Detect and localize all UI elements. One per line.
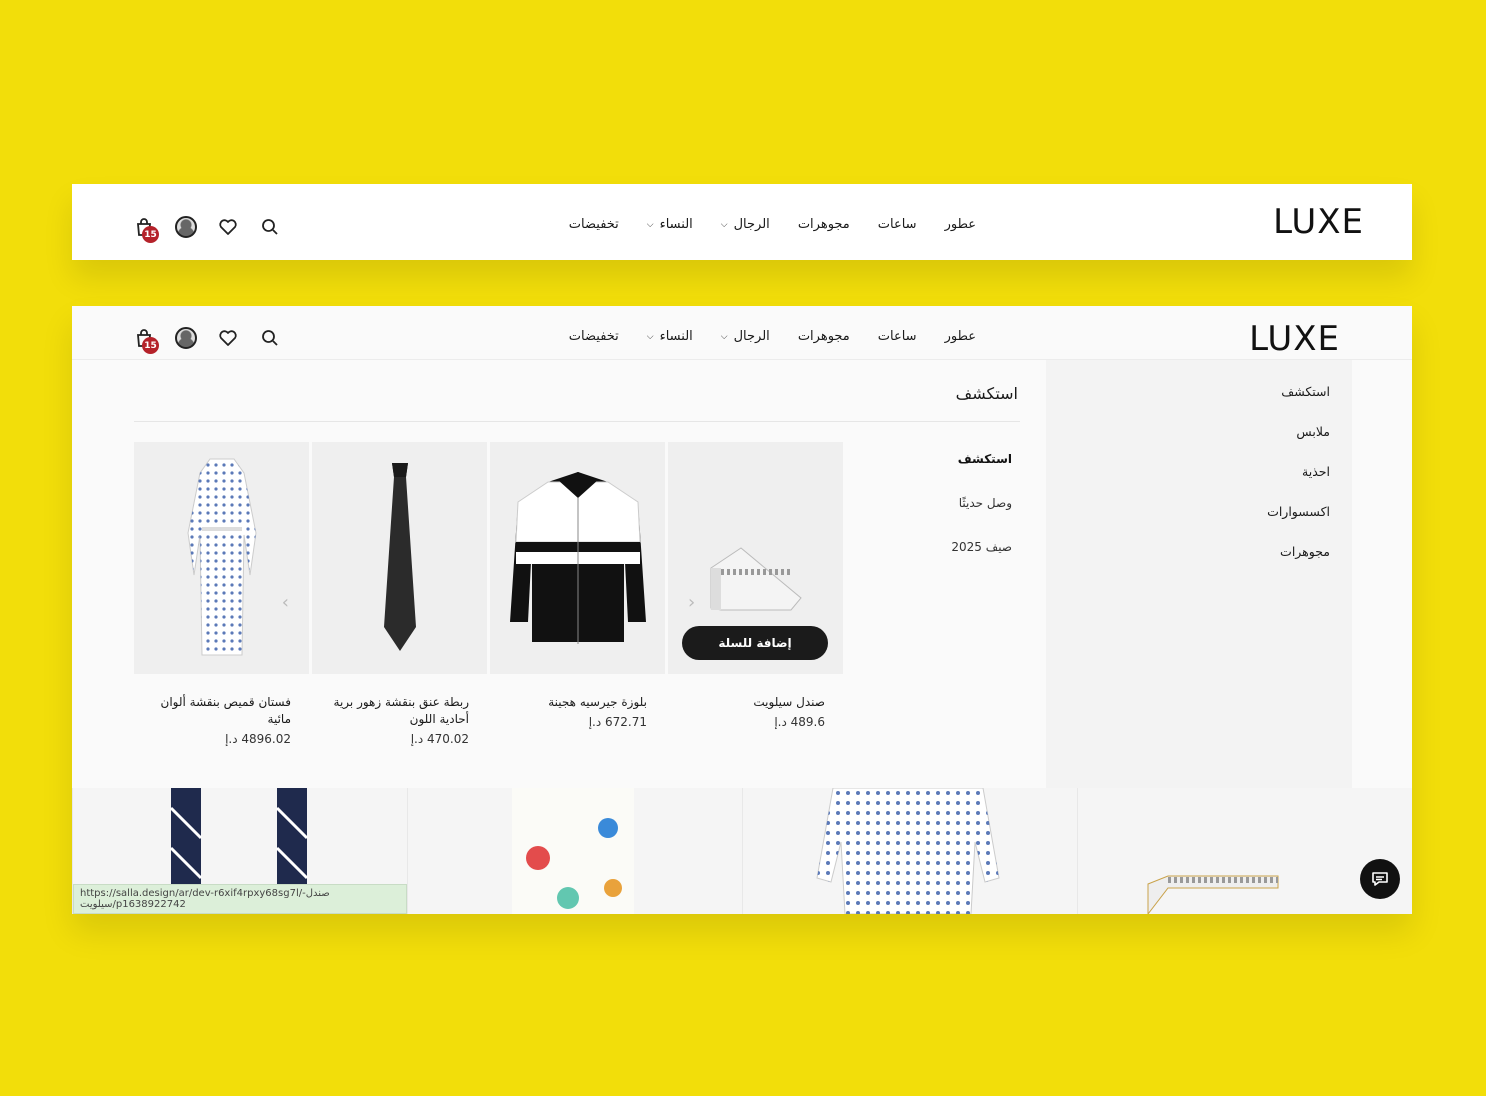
nav-item-men[interactable]: الرجال ⌵: [721, 329, 770, 344]
header-card-collapsed: LUXE تخفيضات النساء ⌵ الرجال ⌵ مجوهرات ساع…: [72, 184, 1412, 260]
heart-icon: [219, 330, 237, 346]
search-button[interactable]: [258, 215, 282, 239]
account-button[interactable]: [174, 215, 198, 239]
chevron-down-icon: ⌵: [646, 331, 654, 342]
nav-label: الرجال: [733, 329, 770, 344]
sub-link-new-arrivals[interactable]: وصل حديثًا: [951, 496, 1012, 540]
jacket-image-icon: [509, 472, 646, 644]
mega-menu-sub-links: استكشف وصل حديثًا صيف 2025: [951, 452, 1012, 584]
nav-item-perfumes[interactable]: عطور: [945, 329, 976, 344]
sidebar-item-jewelry[interactable]: مجوهرات: [1267, 544, 1330, 584]
sub-link-explore[interactable]: استكشف: [951, 452, 1012, 496]
wishlist-button[interactable]: [216, 326, 240, 350]
sidebar-item-shoes[interactable]: احذية: [1267, 464, 1330, 504]
product-image[interactable]: ‹ إضافة للسلة: [668, 442, 843, 674]
product-price: 489.6 د.إ: [774, 715, 825, 729]
brand-logo[interactable]: LUXE: [1249, 319, 1340, 359]
dress-image-icon: [186, 458, 257, 656]
nav-item-sale[interactable]: تخفيضات: [569, 329, 619, 344]
header-icons: 15: [132, 326, 282, 354]
mega-menu-title: استكشف: [955, 384, 1018, 403]
product-name[interactable]: بلوزة جيرسيه هجينة: [490, 694, 665, 711]
sidebar-item-clothing[interactable]: ملابس: [1267, 424, 1330, 464]
product-image[interactable]: ›: [134, 442, 309, 674]
sidebar-item-accessories[interactable]: اكسسوارات: [1267, 504, 1330, 544]
sandal-image-icon: [1147, 875, 1279, 914]
carousel-next-icon[interactable]: ›: [282, 592, 289, 613]
main-nav: تخفيضات النساء ⌵ الرجال ⌵ مجوهرات ساعات عط…: [569, 217, 976, 232]
mega-menu-sidebar: استكشف ملابس احذية اكسسوارات مجوهرات: [1046, 360, 1352, 788]
search-button[interactable]: [258, 326, 282, 350]
chevron-down-icon: ⌵: [720, 219, 728, 230]
wishlist-button[interactable]: [216, 215, 240, 239]
nav-label: عطور: [944, 217, 976, 232]
nav-label: تخفيضات: [568, 329, 619, 344]
nav-item-women[interactable]: النساء ⌵: [647, 329, 693, 344]
nav-item-women[interactable]: النساء ⌵: [647, 217, 693, 232]
browser-status-url: https://salla.design/ar/dev-r6xif4rpxy68…: [73, 884, 407, 914]
chevron-down-icon: ⌵: [646, 219, 654, 230]
product-price: 470.02 د.إ: [410, 732, 469, 746]
sub-link-summer-2025[interactable]: صيف 2025: [951, 540, 1012, 584]
nav-label: عطور: [944, 329, 976, 344]
search-icon: [262, 219, 278, 235]
cart-count-badge: 15: [142, 226, 159, 243]
product-image[interactable]: [490, 442, 665, 674]
nav-label: مجوهرات: [797, 217, 850, 232]
nav-item-perfumes[interactable]: عطور: [945, 217, 976, 232]
product-card[interactable]: بلوزة جيرسيه هجينة 672.71 د.إ: [490, 442, 665, 746]
chevron-down-icon: ⌵: [720, 331, 728, 342]
main-nav: تخفيضات النساء ⌵ الرجال ⌵ مجوهرات ساعات عط…: [569, 329, 976, 344]
nav-label: ساعات: [877, 217, 917, 232]
sidebar-item-explore[interactable]: استكشف: [1267, 384, 1330, 424]
cart-button[interactable]: 15: [132, 326, 159, 354]
product-card[interactable]: › فستان قميص بنقشة ألوان مائية 4896.02 د…: [134, 442, 309, 746]
add-to-cart-button[interactable]: إضافة للسلة: [682, 626, 828, 660]
nav-label: النساء: [659, 329, 693, 344]
title-divider: [134, 421, 1020, 422]
grid-tile-scarf[interactable]: https://salla.design/ar/dev-r6xif4rpxy68…: [72, 788, 407, 914]
nav-label: تخفيضات: [568, 217, 619, 232]
header-icons: 15: [132, 215, 282, 243]
product-card[interactable]: ‹ إضافة للسلة صندل سيلويت 489.6 د.إ: [668, 442, 843, 746]
printed-garment-image-icon: [512, 788, 634, 914]
sandal-image-icon: [710, 547, 802, 611]
chat-button[interactable]: [1360, 859, 1400, 899]
dress-image-icon: [816, 788, 1000, 914]
product-image[interactable]: [312, 442, 487, 674]
product-name[interactable]: صندل سيلويت: [668, 694, 843, 711]
product-price: 672.71 د.إ: [588, 715, 647, 729]
nav-item-jewelry[interactable]: مجوهرات: [798, 329, 850, 344]
cart-count-badge: 15: [142, 337, 159, 354]
nav-label: الرجال: [733, 217, 770, 232]
product-name[interactable]: فستان قميص بنقشة ألوان مائية: [134, 694, 309, 728]
nav-item-jewelry[interactable]: مجوهرات: [798, 217, 850, 232]
grid-tile-print[interactable]: [407, 788, 742, 914]
account-button[interactable]: [174, 326, 198, 350]
chat-icon: [1372, 872, 1388, 886]
heart-icon: [219, 219, 237, 235]
tie-image-icon: [383, 463, 416, 651]
nav-item-sale[interactable]: تخفيضات: [569, 217, 619, 232]
grid-tile-dress[interactable]: [742, 788, 1077, 914]
nav-label: النساء: [659, 217, 693, 232]
nav-item-men[interactable]: الرجال ⌵: [721, 217, 770, 232]
nav-label: ساعات: [877, 329, 917, 344]
product-carousel: › فستان قميص بنقشة ألوان مائية 4896.02 د…: [134, 442, 843, 746]
nav-item-watches[interactable]: ساعات: [878, 217, 917, 232]
cart-button[interactable]: 15: [132, 215, 159, 243]
search-icon: [262, 330, 278, 346]
header-card-expanded: LUXE تخفيضات النساء ⌵ الرجال ⌵ مجوهرات ساع…: [72, 306, 1412, 914]
nav-item-watches[interactable]: ساعات: [878, 329, 917, 344]
product-card[interactable]: ربطة عنق بنقشة زهور برية أحادية اللون 47…: [312, 442, 487, 746]
nav-label: مجوهرات: [797, 329, 850, 344]
avatar: [175, 327, 197, 349]
avatar: [175, 216, 197, 238]
page-product-grid-peek: https://salla.design/ar/dev-r6xif4rpxy68…: [72, 788, 1412, 914]
carousel-prev-icon[interactable]: ‹: [688, 592, 695, 613]
grid-tile-sandal[interactable]: [1077, 788, 1412, 914]
product-name[interactable]: ربطة عنق بنقشة زهور برية أحادية اللون: [312, 694, 487, 728]
brand-logo[interactable]: LUXE: [1273, 202, 1364, 242]
product-price: 4896.02 د.إ: [225, 732, 291, 746]
